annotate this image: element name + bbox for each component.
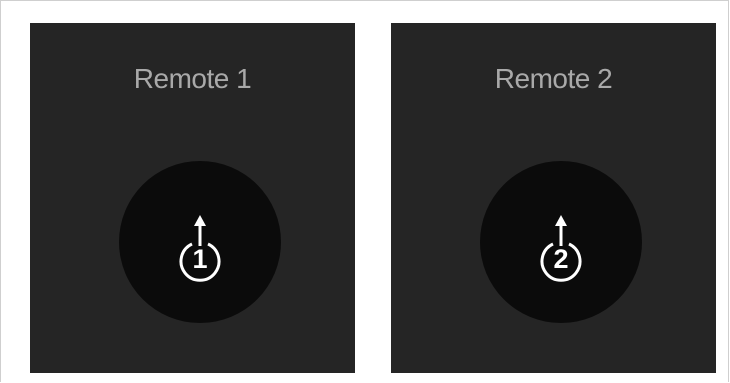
power-up-icon: 1 bbox=[165, 197, 235, 287]
page-frame: Remote 1 1 Remote 2 2 bbox=[0, 0, 729, 382]
remote-panel-2: Remote 2 2 bbox=[391, 23, 716, 373]
remote-title: Remote 2 bbox=[494, 63, 613, 94]
remote-number: 2 bbox=[553, 244, 569, 274]
power-up-icon: 2 bbox=[526, 197, 596, 287]
remote-title: Remote 1 bbox=[133, 63, 252, 94]
remote-2-power-button[interactable]: 2 bbox=[480, 161, 642, 323]
remote-1-power-button[interactable]: 1 bbox=[119, 161, 281, 323]
remote-number: 1 bbox=[192, 244, 208, 274]
remote-panel-1: Remote 1 1 bbox=[30, 23, 355, 373]
